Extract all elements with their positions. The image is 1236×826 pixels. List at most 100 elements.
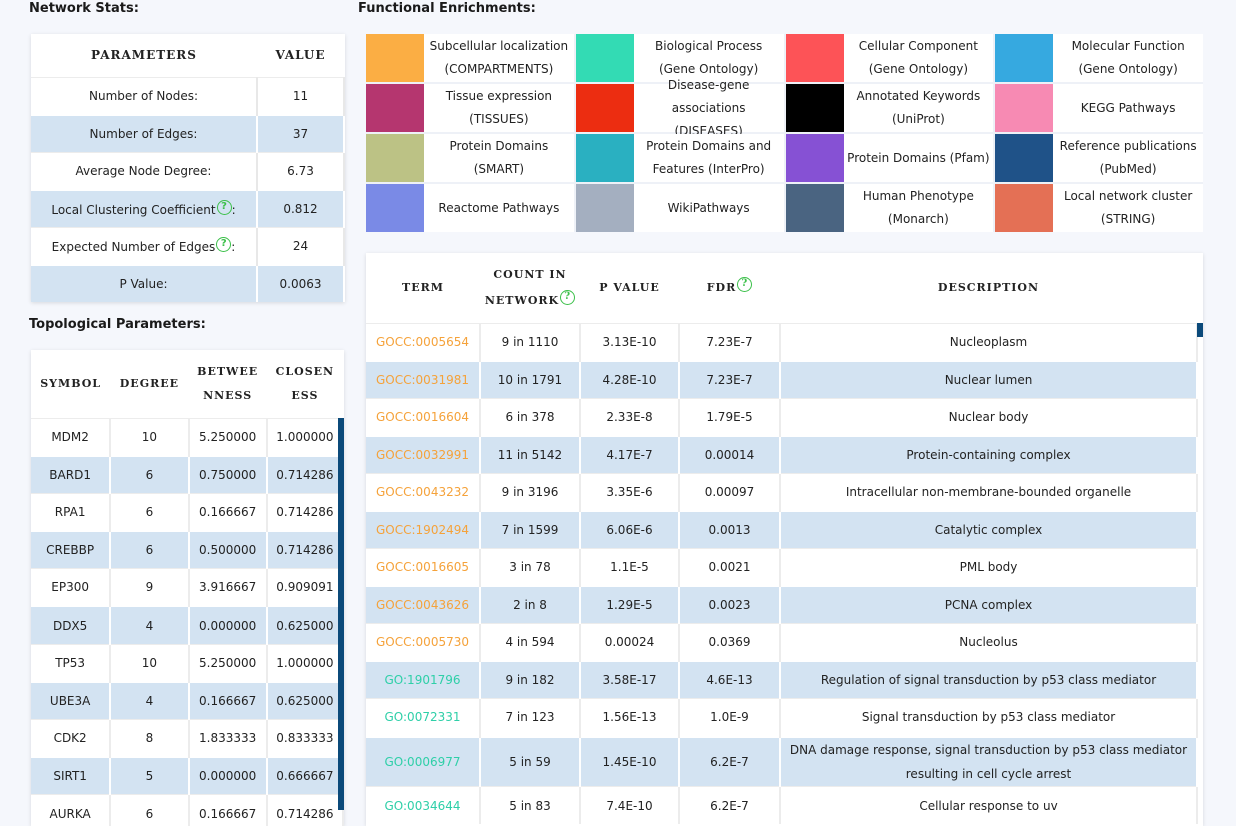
help-icon[interactable]: ?: [560, 290, 576, 306]
enrichment-row: GOCC:0032991 11 in 5142 4.17E-7 0.00014 Prot…: [366, 434, 1198, 474]
topology-scrollbar[interactable]: [338, 418, 344, 810]
stats-row: Local Clustering Coefficient?: 0.812: [31, 188, 345, 227]
enrichment-fdr-cell: 0.00097: [679, 472, 781, 511]
topology-row: UBE3A 4 0.166667 0.625000: [31, 680, 344, 720]
term-link[interactable]: GO:0072331: [384, 710, 460, 724]
topology-cell: 0.166667: [188, 492, 268, 532]
enrichment-term-cell: GOCC:0005730: [366, 623, 481, 662]
legend-item: Cellular Component (Gene Ontology): [785, 34, 994, 82]
legend-item: KEGG Pathways: [995, 84, 1203, 132]
enrichment-p-cell: 2.33E-8: [580, 397, 680, 436]
enrichment-fdr-cell: 0.0021: [679, 548, 781, 587]
term-link[interactable]: GOCC:0032991: [376, 448, 469, 462]
help-icon[interactable]: ?: [216, 200, 232, 215]
topology-row: EP300 9 3.916667 0.909091: [31, 568, 344, 607]
topology-cell: 4: [110, 605, 190, 645]
enrichment-count-cell: 11 in 5142: [480, 434, 581, 474]
enrichment-term-cell: GO:0072331: [366, 698, 481, 737]
stats-row: Expected Number of Edges?:24: [31, 226, 345, 265]
enr-header-fdr-label: FDR: [706, 280, 737, 294]
topology-cell: TP53: [31, 643, 112, 682]
legend-color-swatch: [995, 134, 1054, 182]
enrichment-count-cell: 4 in 594: [480, 623, 581, 662]
legend-color-swatch: [575, 184, 634, 232]
enrichment-fdr-cell: 0.0369: [679, 623, 781, 662]
enrichment-term-cell: GOCC:0016604: [366, 397, 481, 436]
term-link[interactable]: GOCC:0043626: [376, 598, 469, 612]
enrichment-table: TERM COUNT IN NETWORK? P VALUE FDR? DESC…: [366, 253, 1198, 825]
enrichment-p-cell: 4.17E-7: [580, 434, 680, 474]
enrichment-fdr-cell: 1.0E-9: [679, 698, 781, 737]
term-link[interactable]: GOCC:1902494: [376, 523, 469, 537]
term-link[interactable]: GOCC:0043232: [376, 485, 469, 499]
stats-param-label: Local Clustering Coefficient: [51, 203, 216, 217]
stats-param-label: Number of Nodes:: [88, 88, 198, 103]
enrichment-category-legend: Subcellular localization (COMPARTMENTS) B…: [366, 34, 1203, 232]
legend-color-swatch: [785, 84, 844, 132]
enrichment-term-cell: GOCC:0043232: [366, 472, 481, 511]
enrichment-term-cell: GOCC:0005654: [366, 322, 481, 361]
enrichment-term-cell: GO:0006977: [366, 735, 481, 787]
legend-item: Tissue expression (TISSUES): [366, 84, 574, 132]
enr-header-description: DESCRIPTION: [780, 253, 1197, 323]
term-link[interactable]: GOCC:0005654: [376, 335, 469, 349]
stats-value-cell: 0.812: [257, 188, 345, 227]
help-icon[interactable]: ?: [737, 277, 753, 293]
term-link[interactable]: GO:0006977: [384, 755, 460, 769]
term-link[interactable]: GO:1901796: [384, 673, 460, 687]
stats-header-value: VALUE: [257, 34, 344, 77]
topology-cell: 0.666667: [266, 756, 344, 795]
legend-color-swatch: [995, 184, 1054, 232]
enrichment-p-cell: 1.56E-13: [580, 698, 680, 737]
legend-item: Subcellular localization (COMPARTMENTS): [366, 34, 574, 82]
topology-cell: 0.500000: [188, 530, 268, 569]
stats-param-cell: P Value:: [31, 263, 258, 302]
topology-header-line: DEGREE: [119, 376, 179, 390]
enrichment-fdr-cell: 6.2E-7: [679, 735, 781, 787]
stats-param-cell: Expected Number of Edges?:: [31, 226, 258, 265]
term-link[interactable]: GOCC:0016605: [376, 560, 469, 574]
enrichment-scrollbar[interactable]: [1197, 323, 1203, 337]
enrichment-row: GOCC:1902494 7 in 1599 6.06E-6 0.0013 Cataly…: [366, 509, 1198, 549]
topology-header-0: SYMBOL: [31, 350, 111, 418]
legend-label: Molecular Function (Gene Ontology): [1071, 39, 1185, 76]
enrichment-p-cell: 4.28E-10: [580, 359, 680, 399]
enrichment-count-cell: 10 in 1791: [480, 359, 581, 399]
topology-cell: 0.000000: [188, 756, 268, 795]
legend-label: Protein Domains and Features (InterPro): [646, 139, 772, 176]
topology-cell: 6: [110, 530, 190, 569]
legend-item: Annotated Keywords (UniProt): [785, 84, 994, 132]
topology-cell: 0.714286: [266, 454, 344, 494]
term-link[interactable]: GO:0034644: [384, 799, 460, 813]
enrichment-desc-cell: PML body: [780, 548, 1198, 587]
stats-param-suffix: :: [231, 203, 236, 217]
term-link[interactable]: GOCC:0031981: [376, 373, 469, 387]
enrichment-term-cell: GOCC:0031981: [366, 359, 481, 399]
enrichment-row: GOCC:0043232 9 in 3196 3.35E-6 0.00097 Intra…: [366, 472, 1198, 511]
topology-cell: 5.250000: [188, 417, 268, 456]
enrichment-table-container[interactable]: TERM COUNT IN NETWORK? P VALUE FDR? DESC…: [366, 253, 1203, 826]
enr-header-fdr: FDR?: [679, 253, 780, 323]
topology-table-container[interactable]: SYMBOL DEGREE BETWEE NNESS CLOSEN ESS MDM2 10 5…: [31, 350, 344, 826]
stats-param-suffix: :: [231, 240, 236, 254]
enrichment-fdr-cell: 6.2E-7: [679, 786, 781, 825]
help-icon[interactable]: ?: [216, 237, 232, 252]
legend-label: KEGG Pathways: [1080, 100, 1176, 115]
stats-param-cell: Number of Edges:: [31, 113, 258, 152]
topology-row: RPA1 6 0.166667 0.714286: [31, 492, 344, 532]
enr-header-count-line1: COUNT IN: [493, 267, 567, 281]
enrichment-p-cell: 1.45E-10: [580, 735, 680, 787]
topology-header-line: SYMBOL: [40, 376, 102, 390]
topology-cell: 8: [110, 719, 190, 758]
enrichment-p-cell: 0.00024: [580, 623, 680, 662]
stats-row: Average Node Degree: 6.73: [31, 151, 345, 190]
stats-body: Number of Nodes: 11 Number of Edges: 37 Aver…: [31, 76, 345, 302]
term-link[interactable]: GOCC:0005730: [376, 635, 469, 649]
term-link[interactable]: GOCC:0016604: [376, 410, 469, 424]
enrichment-count-cell: 5 in 59: [480, 735, 581, 787]
enrichment-count-cell: 5 in 83: [480, 786, 581, 825]
legend-item: Protein Domains and Features (InterPro): [575, 134, 784, 182]
legend-item: Reactome Pathways: [366, 184, 574, 232]
topology-header-line: BETWEE: [197, 364, 259, 378]
legend-label: Tissue expression (TISSUES): [445, 89, 553, 126]
